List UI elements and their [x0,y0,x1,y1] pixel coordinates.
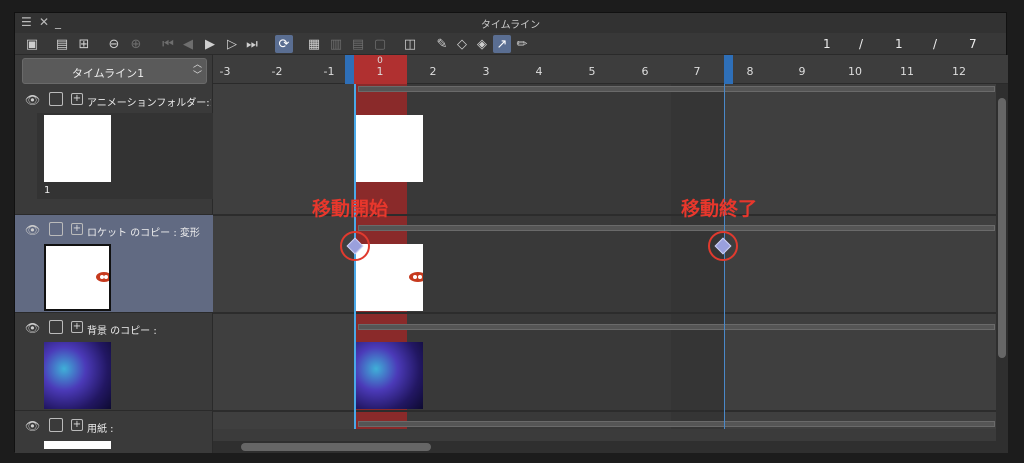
current-frame: 1 [823,37,831,51]
zoom-out-icon[interactable]: ⊖ [105,35,123,53]
zoom-in-icon[interactable]: ⊕ [127,35,145,53]
cel-clear-icon[interactable]: ▢ [371,35,389,53]
track-list: タイムライン1 ︿﹀ 👁 + アニメーションフォルダー:1:セル 1 👁 + ロ… [15,55,213,453]
ruler-tick-label: -2 [271,65,283,78]
track-bar [358,324,995,330]
ruler-tick-label: 4 [535,65,543,78]
horizontal-scrollbar[interactable] [213,441,1008,453]
track-animation-folder[interactable]: 👁 + アニメーションフォルダー:1:セル 1 [15,87,213,215]
paper-thumbnail [44,441,111,449]
ruler-tick-label: -3 [219,65,231,78]
previous-frame-icon[interactable]: ◀ [179,35,197,53]
post-range-area [724,84,996,429]
new-timeline-icon[interactable]: ▣ [23,35,41,53]
timeline-grid[interactable]: 0 -3 -2 -1 1 2 3 4 5 6 7 8 9 10 11 12 移動… [213,55,1008,453]
track-bar [358,421,995,427]
cel-number: 1 [44,185,51,196]
highlight-circle [340,231,370,261]
frame-separator: / [933,37,938,51]
eye-icon[interactable]: 👁 [25,223,40,237]
go-to-start-icon[interactable]: ⏮ [159,35,177,53]
paper-icon [49,418,63,432]
pen-icon[interactable]: ✏ [513,35,531,53]
frame-separator: / [859,37,864,51]
cel-frame-1[interactable] [356,115,423,182]
eye-icon[interactable]: 👁 [25,93,40,107]
expand-icon[interactable]: + [71,93,83,105]
keyframe-interpolation-icon[interactable]: ◈ [473,35,491,53]
ruler-tick-label: 11 [900,65,914,78]
layer-thumbnail[interactable] [44,244,111,311]
title-bar: ☰ ✕ _ タイムライン [15,13,1006,33]
ruler-tick-label: 8 [746,65,754,78]
ruler-tick-label: 12 [952,65,966,78]
ruler-tick-label: 7 [693,65,701,78]
cel-add-icon[interactable]: ▥ [327,35,345,53]
timeline-selector[interactable]: タイムライン1 ︿ ﹀ [22,58,207,84]
loop-icon[interactable]: ⟳ [275,35,293,53]
cel-replace-icon[interactable]: ▤ [349,35,367,53]
ruler-tick-label: -1 [323,65,335,78]
eye-icon[interactable]: 👁 [25,419,40,433]
keyframe-curve-icon[interactable]: ↗ [493,35,511,53]
frame-ruler[interactable]: 0 -3 -2 -1 1 2 3 4 5 6 7 8 9 10 11 12 [213,55,1008,84]
onion-skin-icon[interactable]: ◫ [401,35,419,53]
vertical-scrollbar[interactable] [996,84,1008,441]
end-marker[interactable] [724,55,733,84]
keyframe-enable-icon[interactable]: ✎ [433,35,451,53]
row-divider [213,312,1008,314]
folder-icon [49,92,63,106]
track-paper[interactable]: 👁 + 用紙 : [15,411,213,453]
cel-thumbnail[interactable] [44,115,111,182]
track-name: 用紙 : [87,424,114,435]
start-frame: 1 [895,37,903,51]
ruler-tick-label: 10 [848,65,862,78]
toolbar: ▣ ▤ ⊞ ⊖ ⊕ ⏮ ◀ ▶ ▷ ⏭ ⟳ ▦ ▥ ▤ ▢ ◫ ✎ ◇ ◈ ↗ … [15,33,1006,55]
track-name: アニメーションフォルダー:1:セル [87,98,211,109]
vertical-scroll-thumb[interactable] [998,98,1006,358]
new-animation-cel-icon[interactable]: ⊞ [75,35,93,53]
track-name: ロケット のコピー : 変形 [87,228,200,239]
ruler-tick-label: 9 [798,65,806,78]
expand-icon[interactable]: + [71,419,83,431]
move-start-annotation: 移動開始 [312,198,389,220]
end-frame: 7 [969,37,977,51]
track-bar [358,86,995,92]
ruler-tick-label: 5 [588,65,596,78]
go-to-end-icon[interactable]: ⏭ [243,35,261,53]
next-frame-icon[interactable]: ▷ [223,35,241,53]
row-divider [213,410,1008,412]
up-down-chevron-icon: ︿ ﹀ [192,60,202,81]
timeline-window: ☰ ✕ _ タイムライン ▣ ▤ ⊞ ⊖ ⊕ ⏮ ◀ ▶ ▷ ⏭ ⟳ ▦ ▥ ▤… [14,12,1008,453]
timeline-selector-label: タイムライン1 [71,67,145,80]
track-bar [358,225,995,231]
horizontal-scroll-thumb[interactable] [241,443,431,451]
cel-specify-icon[interactable]: ▦ [305,35,323,53]
ruler-tick-label: 2 [429,65,437,78]
ruler-tick-label: 1 [376,65,384,78]
eye-icon[interactable]: 👁 [25,321,40,335]
pre-range-area [213,84,354,429]
track-rocket-copy[interactable]: 👁 + ロケット のコピー : 変形 [15,215,213,313]
track-background-copy[interactable]: 👁 + 背景 のコピー : [15,313,213,411]
rocket-icon [96,272,109,282]
layer-icon [49,222,63,236]
edit-timeline-icon[interactable]: ▤ [53,35,71,53]
play-icon[interactable]: ▶ [201,35,219,53]
window-title: タイムライン [480,20,541,31]
expand-icon[interactable]: + [71,321,83,333]
track-name: 背景 のコピー : [87,326,157,337]
layer-icon [49,320,63,334]
keyframe-add-icon[interactable]: ◇ [453,35,471,53]
background-thumbnail[interactable] [44,342,111,409]
start-marker[interactable] [345,55,354,84]
move-end-annotation: 移動終了 [681,198,758,220]
highlight-circle [708,231,738,261]
expand-icon[interactable]: + [71,223,83,235]
ruler-tick-label: 6 [641,65,649,78]
ruler-tick-label: 3 [482,65,490,78]
background-frame-1[interactable] [356,342,423,409]
